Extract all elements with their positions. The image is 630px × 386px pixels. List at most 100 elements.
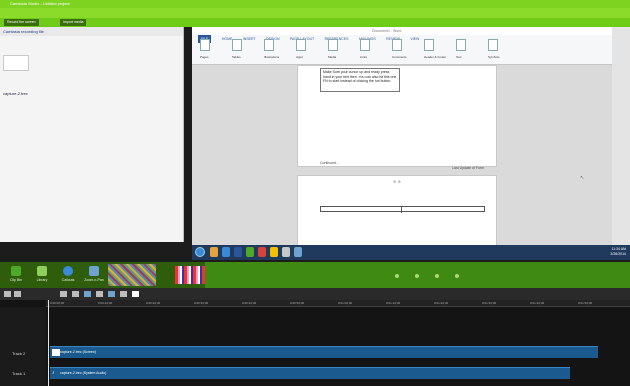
word-tab-view[interactable]: VIEW — [410, 35, 419, 43]
comment-icon[interactable] — [392, 39, 402, 51]
start-button[interactable] — [195, 247, 205, 257]
note-text-box[interactable]: Make Sure your cursor up and ready press… — [320, 68, 400, 92]
undo-icon[interactable] — [4, 291, 11, 297]
split-icon[interactable] — [72, 291, 79, 297]
ribbon-group-media: Media — [328, 55, 337, 59]
windows-taskbar: 11:34 AM 3/26/2014 — [192, 245, 630, 260]
cover-page-icon[interactable] — [200, 39, 210, 51]
audio-note-icon: ♪ — [52, 370, 55, 376]
ribbon-group-tables: Tables — [232, 55, 241, 59]
playback-dot — [395, 274, 399, 278]
hyperlink-icon[interactable] — [360, 39, 370, 51]
cut-icon[interactable] — [60, 291, 67, 297]
tool-label: Clip Bin — [9, 278, 23, 282]
ruler-tick: 0:00:00;00 — [50, 301, 65, 305]
tools-properties-area — [205, 262, 630, 288]
ie-taskbar-icon[interactable] — [222, 247, 230, 257]
clip-name: capture-2.trec (Screen) — [60, 350, 96, 354]
word-tab-insert[interactable]: INSERT — [243, 35, 256, 43]
ribbon-group-links: Links — [360, 55, 368, 59]
record-screen-button[interactable]: Record the screen — [4, 19, 39, 26]
tools-panel: Clip Bin Library Callouts Zoom-n-Pan — [0, 262, 630, 288]
store-icon[interactable] — [296, 39, 306, 51]
import-media-button[interactable]: Import media — [60, 19, 87, 26]
ruler-tick: 0:00:10;00 — [98, 301, 113, 305]
ruler-tick: 0:01:40;00 — [530, 301, 545, 305]
timeline-ruler[interactable]: 0:00:00;00 0:00:10;00 0:00:20;00 0:00:30… — [46, 300, 630, 307]
clock-date: 3/26/2014 — [610, 252, 626, 256]
system-clock[interactable]: 11:34 AM 3/26/2014 — [610, 247, 626, 257]
table-column-divider — [401, 207, 402, 213]
timeline-toolbar — [0, 288, 630, 300]
header-icon[interactable] — [424, 39, 434, 51]
tool-label: Library — [36, 278, 48, 282]
zoom-in-icon[interactable] — [108, 291, 115, 297]
redo-icon[interactable] — [14, 291, 21, 297]
ruler-tick: 0:00:20;00 — [146, 301, 161, 305]
camtasia-taskbar-icon[interactable] — [246, 247, 254, 257]
tool-clip-bin[interactable]: Clip Bin — [4, 264, 28, 286]
text-box-icon[interactable] — [456, 39, 466, 51]
screen-clip[interactable]: capture-2.trec (Screen) — [50, 346, 598, 358]
ribbon-group-header-footer: Header & Footer — [424, 55, 447, 59]
tool-library[interactable]: Library — [30, 264, 54, 286]
render-artifact — [108, 264, 156, 286]
explorer-taskbar-icon[interactable] — [210, 247, 218, 257]
ruler-tick: 0:01:20;00 — [434, 301, 449, 305]
ruler-tick: 0:00:50;00 — [290, 301, 305, 305]
camtasia-window: Camtasia Studio - Untitled project File … — [0, 0, 630, 386]
page-footer-left: Continued... — [320, 161, 339, 165]
tool-zoom-n-pan[interactable]: Zoom-n-Pan — [82, 264, 106, 286]
playback-dot — [415, 274, 419, 278]
word-document-title: Document1 - Word — [372, 29, 402, 33]
playback-dot — [435, 274, 439, 278]
ribbon-group-pages: Pages — [200, 55, 209, 59]
app-taskbar-icon[interactable] — [294, 247, 302, 257]
clip-thumbnail[interactable] — [3, 55, 29, 71]
equation-icon[interactable] — [488, 39, 498, 51]
clip-bin-icon — [11, 266, 21, 276]
zoom-out-icon[interactable] — [120, 291, 127, 297]
document-page-1[interactable]: Make Sure your cursor up and ready press… — [297, 65, 497, 170]
track-2-label[interactable]: Track 2 — [12, 351, 25, 356]
app-taskbar-icon[interactable] — [258, 247, 266, 257]
clip-label[interactable]: capture-2.trec — [3, 91, 28, 96]
tool-label: Zoom-n-Pan — [84, 278, 104, 282]
document-page-2[interactable]: ⊕ ⊕ — [297, 175, 497, 247]
track-1-label[interactable]: Track 1 — [12, 371, 25, 376]
page-move-handle[interactable]: ⊕ ⊕ — [393, 179, 401, 184]
online-video-icon[interactable] — [328, 39, 338, 51]
playhead[interactable] — [48, 300, 49, 386]
mouse-cursor-icon: ↖ — [580, 175, 585, 181]
clip-bin-panel: Camtasia recording file capture-2.trec — [0, 27, 184, 242]
clip-name: capture-2.trec (System Audio) — [60, 371, 107, 375]
word-taskbar-icon[interactable] — [234, 247, 242, 257]
ruler-tick: 0:00:30;00 — [194, 301, 209, 305]
ribbon-group-symbols: Symbols — [488, 55, 500, 59]
ruler-tick: 0:01:50;00 — [578, 301, 593, 305]
table-icon[interactable] — [232, 39, 242, 51]
ribbon-group-text: Text — [456, 55, 462, 59]
word-ribbon: FILE HOME INSERT DESIGN PAGE LAYOUT REFE… — [192, 27, 612, 65]
document-table[interactable] — [320, 206, 485, 213]
copy-icon[interactable] — [84, 291, 91, 297]
ribbon-group-apps: Apps — [296, 55, 303, 59]
word-ribbon-tabs: FILE HOME INSERT DESIGN PAGE LAYOUT REFE… — [192, 27, 612, 43]
tool-callouts[interactable]: Callouts — [56, 264, 80, 286]
ruler-tick: 0:01:30;00 — [482, 301, 497, 305]
title-bar: Camtasia Studio - Untitled project — [0, 0, 630, 8]
word-document-area[interactable]: Make Sure your cursor up and ready press… — [192, 65, 612, 247]
ribbon-group-illustrations: Illustrations — [264, 55, 280, 59]
marker-icon[interactable] — [132, 291, 139, 297]
picture-icon[interactable] — [264, 39, 274, 51]
paste-icon[interactable] — [96, 291, 103, 297]
timeline-panel: 0:00:00;00 0:00:10;00 0:00:20;00 0:00:30… — [0, 288, 630, 386]
ruler-tick: 0:00:40;00 — [242, 301, 257, 305]
folder-taskbar-icon[interactable] — [270, 247, 278, 257]
audio-clip[interactable]: ♪ capture-2.trec (System Audio) — [50, 367, 570, 379]
word-tab-home[interactable]: HOME — [222, 35, 233, 43]
preview-canvas[interactable]: FILE HOME INSERT DESIGN PAGE LAYOUT REFE… — [192, 27, 630, 260]
window-title: Camtasia Studio - Untitled project — [10, 1, 70, 6]
clip-bin-header: Camtasia recording file — [0, 27, 183, 36]
app-taskbar-icon[interactable] — [282, 247, 290, 257]
